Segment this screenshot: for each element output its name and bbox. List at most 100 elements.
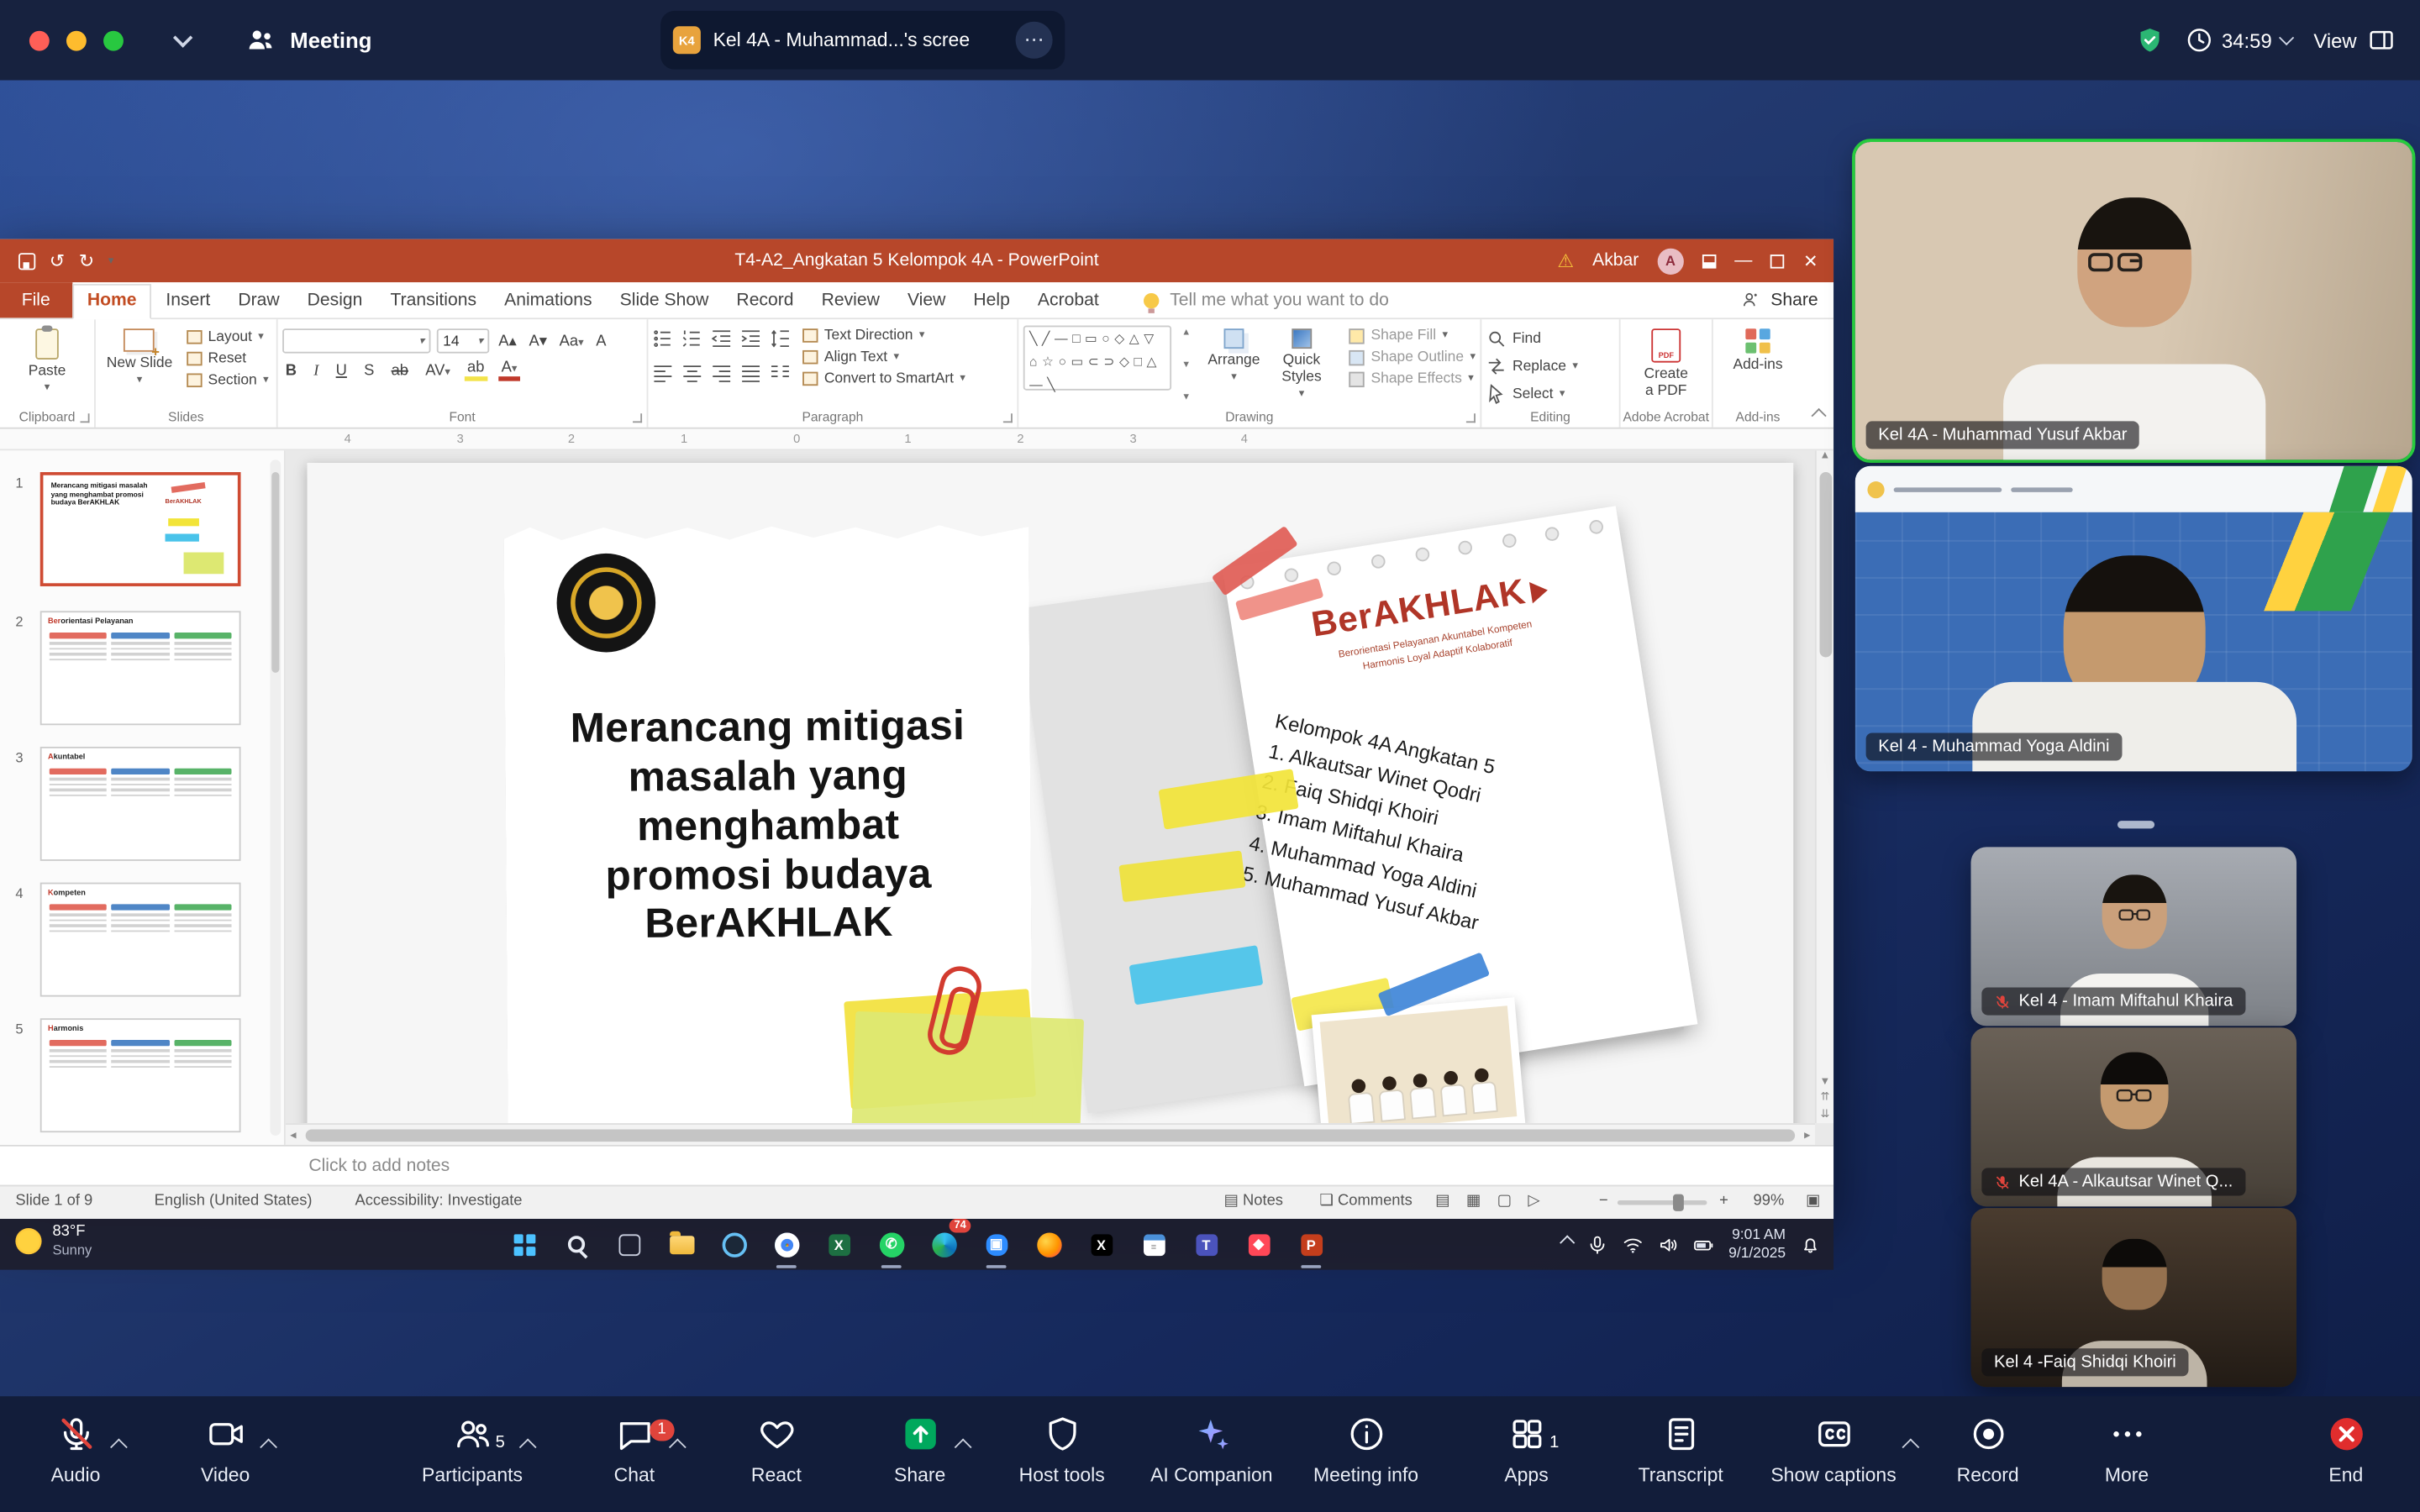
file-explorer-icon[interactable]	[660, 1224, 702, 1266]
dialog-launcher-icon[interactable]	[633, 413, 642, 423]
font-name-select[interactable]: ▾	[282, 328, 430, 353]
dialog-launcher-icon[interactable]	[1466, 413, 1476, 423]
find-button[interactable]: Find	[1486, 328, 1614, 349]
shapes-gallery[interactable]: ╲╱—□▭○◇△▽⌂ ☆○▭⊂⊃◇□△—╲	[1023, 326, 1171, 391]
participants-options-chevron[interactable]	[519, 1438, 537, 1456]
slide-thumbnail-3[interactable]: Akuntabel	[40, 747, 241, 861]
align-center-icon[interactable]	[682, 363, 702, 383]
steam-icon[interactable]	[713, 1224, 755, 1266]
highlight-button[interactable]: ab	[464, 360, 487, 381]
decrease-font-button[interactable]: A▾	[526, 333, 550, 349]
change-case-button[interactable]: Aa▾	[556, 333, 587, 349]
slide-thumbnail-5[interactable]: Harmonis	[40, 1018, 241, 1132]
text-direction-button[interactable]: Text Direction▾	[802, 327, 965, 344]
more-button[interactable]: More	[2042, 1413, 2212, 1485]
tab-slide-show[interactable]: Slide Show	[606, 282, 723, 318]
arrange-button[interactable]: Arrange ▾	[1202, 326, 1266, 407]
slide-canvas[interactable]: Merancang mitigasi masalah yang menghamb…	[286, 450, 1815, 1123]
align-left-icon[interactable]	[653, 363, 673, 383]
thumbnail-scrollbar[interactable]	[270, 459, 281, 1135]
collapse-chevron-icon[interactable]	[173, 27, 192, 46]
tab-transitions[interactable]: Transitions	[376, 282, 491, 318]
video-tile-alkautsar-winet[interactable]: Kel 4A - Alkautsar Winet Q...	[1971, 1027, 2297, 1206]
pp-minimize-button[interactable]: —	[1734, 251, 1752, 270]
tray-mic-icon[interactable]	[1586, 1233, 1608, 1255]
pp-share-button[interactable]: Share	[1741, 290, 1818, 310]
tab-view[interactable]: View	[893, 282, 959, 318]
ai-companion-button[interactable]: AI Companion	[1127, 1413, 1297, 1485]
fit-slide-button[interactable]: ▣	[1806, 1193, 1820, 1210]
slide-sorter-button[interactable]: ▦	[1466, 1193, 1481, 1210]
align-text-button[interactable]: Align Text▾	[802, 349, 965, 365]
tab-home[interactable]: Home	[71, 283, 151, 318]
excel-icon[interactable]: X	[818, 1224, 860, 1266]
shared-screen-tab[interactable]: K4 Kel 4A - Muhammad...'s scree ⋯	[660, 11, 1065, 70]
audio-options-chevron[interactable]	[110, 1438, 128, 1456]
zoom-app-icon[interactable]: ▣	[976, 1224, 1018, 1266]
addins-button[interactable]: Add-ins	[1718, 326, 1798, 377]
columns-icon[interactable]	[771, 363, 791, 383]
zoom-out-button[interactable]: −	[1599, 1193, 1608, 1210]
capcut-icon[interactable]: ◆	[1238, 1224, 1280, 1266]
horizontal-scrollbar[interactable]: ◂▸	[286, 1123, 1815, 1145]
powerpoint-icon[interactable]: P	[1291, 1224, 1333, 1266]
tab-review[interactable]: Review	[808, 282, 893, 318]
underline-button[interactable]: U	[333, 362, 350, 379]
battery-icon[interactable]	[1693, 1233, 1715, 1255]
host-tools-button[interactable]: Host tools	[977, 1413, 1147, 1485]
audio-button[interactable]: Audio	[0, 1413, 160, 1485]
tab-record[interactable]: Record	[723, 282, 808, 318]
quick-styles-button[interactable]: Quick Styles ▾	[1276, 326, 1328, 407]
normal-view-button[interactable]: ▤	[1435, 1193, 1449, 1210]
warning-icon[interactable]: ⚠	[1557, 250, 1574, 272]
tab-acrobat[interactable]: Acrobat	[1023, 282, 1113, 318]
notes-toggle[interactable]: ▤ Notes	[1224, 1193, 1283, 1210]
tab-draw[interactable]: Draw	[224, 282, 293, 318]
slide-thumbnail-4[interactable]: Kompeten	[40, 883, 241, 997]
create-pdf-button[interactable]: PDF Create a PDF	[1625, 326, 1707, 403]
captions-button[interactable]: Show captions	[1749, 1413, 1918, 1485]
meeting-timer[interactable]: 34:59	[2185, 26, 2292, 54]
layout-button[interactable]: Layout▾	[187, 328, 269, 345]
security-shield-icon[interactable]	[2135, 26, 2163, 54]
notification-bell-icon[interactable]	[1800, 1233, 1822, 1255]
numbering-icon[interactable]	[682, 328, 702, 349]
video-tile-faiq-shidqi-khoiri[interactable]: Kel 4 -Faiq Shidqi Khoiri	[1971, 1208, 2297, 1387]
zoom-slider[interactable]	[1618, 1200, 1707, 1205]
tab-more-button[interactable]: ⋯	[1016, 22, 1053, 59]
tab-help[interactable]: Help	[960, 282, 1024, 318]
reset-button[interactable]: Reset	[187, 350, 269, 367]
taskbar-clock[interactable]: 9:01 AM9/1/2025	[1728, 1226, 1786, 1263]
ribbon-display-icon[interactable]	[1702, 254, 1717, 268]
slideshow-button[interactable]: ▷	[1528, 1193, 1539, 1210]
replace-button[interactable]: Replace▾	[1486, 356, 1614, 376]
shape-fill-button[interactable]: Shape Fill▾	[1349, 327, 1476, 344]
dialog-launcher-icon[interactable]	[1003, 413, 1013, 423]
char-spacing-button[interactable]: AV▾	[423, 362, 454, 379]
new-slide-button[interactable]: New Slide ▾	[100, 326, 178, 389]
start-button[interactable]	[503, 1224, 545, 1266]
account-avatar[interactable]: A	[1657, 248, 1683, 274]
bold-button[interactable]: B	[282, 362, 300, 379]
shape-effects-button[interactable]: Shape Effects▾	[1349, 370, 1476, 387]
apps-button[interactable]: 1 Apps	[1442, 1413, 1612, 1485]
meeting-info-button[interactable]: Meeting info	[1281, 1413, 1450, 1485]
zoom-percent[interactable]: 99%	[1754, 1193, 1785, 1210]
line-spacing-icon[interactable]	[771, 328, 791, 349]
chat-options-chevron[interactable]	[669, 1438, 687, 1456]
ruler[interactable]: 4 3 2 1 0 1 2 3 4	[0, 429, 1833, 451]
tell-me-box[interactable]: Tell me what you want to do	[1144, 291, 1389, 309]
tab-animations[interactable]: Animations	[491, 282, 607, 318]
volume-icon[interactable]	[1658, 1233, 1680, 1255]
video-tile-imam-miftahul-khaira[interactable]: Kel 4 - Imam Miftahul Khaira	[1971, 847, 2297, 1026]
paste-button[interactable]: Paste ▾	[5, 326, 90, 394]
tab-file[interactable]: File	[0, 282, 71, 318]
pp-restore-button[interactable]	[1770, 254, 1785, 268]
close-button[interactable]	[29, 30, 50, 50]
qat-customize-icon[interactable]: ▾	[108, 255, 113, 266]
tray-expand-icon[interactable]	[1560, 1234, 1575, 1249]
save-icon[interactable]	[18, 252, 35, 269]
fullscreen-button[interactable]	[103, 30, 124, 50]
view-button[interactable]: View	[2313, 26, 2395, 54]
notes-pane[interactable]: Click to add notes	[0, 1145, 1833, 1185]
